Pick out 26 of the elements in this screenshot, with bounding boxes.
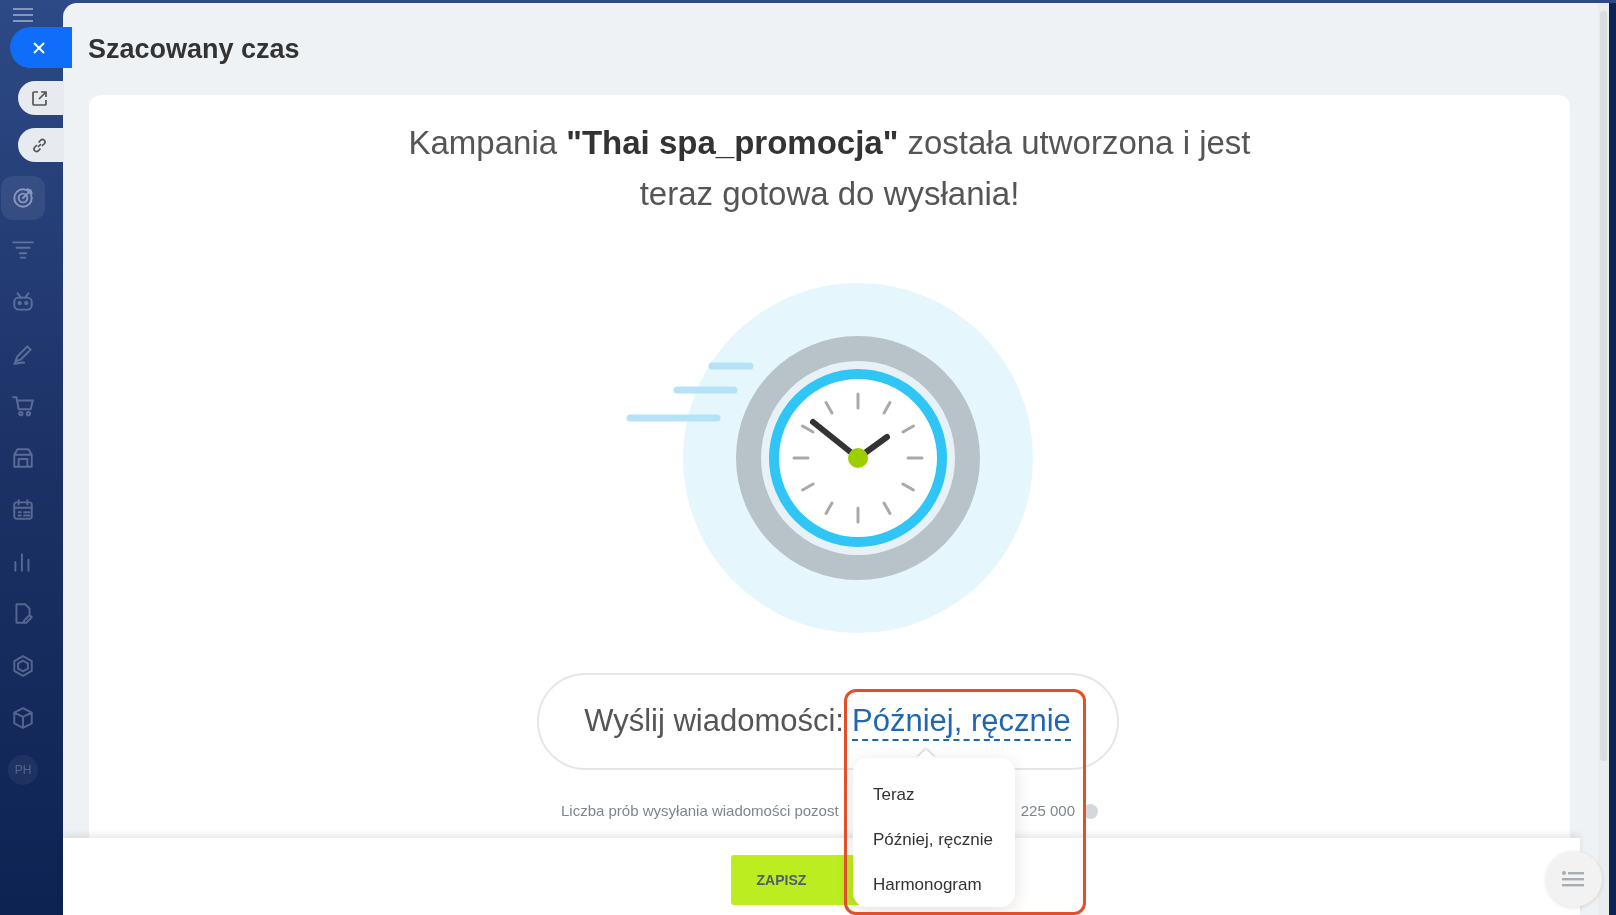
copy-link-button[interactable] <box>18 128 64 162</box>
scrollbar[interactable] <box>1598 3 1616 915</box>
pencil-icon[interactable] <box>11 342 35 366</box>
send-mode-link[interactable]: Później, ręcznie <box>852 701 1071 742</box>
sidebar-item-highlight[interactable] <box>1 176 45 220</box>
close-button[interactable] <box>10 27 72 68</box>
store-icon[interactable] <box>11 446 35 470</box>
limit-value: 225 000 <box>1020 801 1075 821</box>
panel-title: Szacowany czas <box>87 33 301 66</box>
limit-text: Liczba prób wysyłania wiadomości pozost <box>561 801 839 821</box>
robot-icon[interactable] <box>11 290 35 314</box>
send-mode-label: Wyślij wiadomości: <box>584 702 844 741</box>
hexagon-icon[interactable] <box>11 654 35 678</box>
headline: Kampania "Thai spa_promocja" została utworzona i jest teraz gotowa do wysłania! <box>407 123 1252 214</box>
target-icon[interactable] <box>11 186 35 210</box>
close-icon <box>32 40 46 55</box>
box-icon[interactable] <box>11 706 35 730</box>
calendar-icon[interactable] <box>11 498 35 522</box>
cart-icon[interactable] <box>11 394 35 418</box>
menu-icon[interactable] <box>13 8 33 22</box>
external-link-icon <box>31 89 48 107</box>
list-icon <box>1562 871 1586 887</box>
dropdown-item[interactable]: Teraz <box>853 772 1015 817</box>
filter-icon[interactable] <box>11 238 35 262</box>
link-icon <box>31 136 48 154</box>
open-new-window-button[interactable] <box>18 81 64 115</box>
